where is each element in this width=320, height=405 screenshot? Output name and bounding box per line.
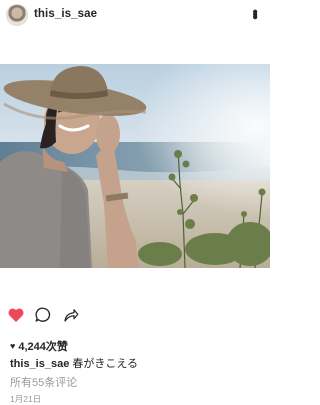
likes-count[interactable]: ♥ 4,244次赞 (10, 338, 68, 354)
avatar[interactable] (6, 4, 28, 26)
small-heart-icon: ♥ (10, 341, 16, 351)
likes-text: 4,244次赞 (18, 341, 68, 353)
more-options-icon[interactable]: ••• (246, 3, 263, 23)
post-header: this_is_sae ••• (0, 0, 270, 32)
caption-username[interactable]: this_is_sae (10, 358, 69, 370)
post-date: 1月21日 (10, 394, 42, 404)
post-caption: this_is_sae 春がきこえる (10, 355, 138, 371)
share-arrow-icon[interactable] (62, 306, 82, 326)
action-bar (0, 306, 270, 330)
caption-text: 春がきこえる (72, 358, 139, 370)
comment-bubble-icon[interactable] (34, 306, 54, 326)
heart-filled-icon[interactable] (7, 306, 27, 326)
post-photo[interactable] (0, 64, 270, 268)
post-username[interactable]: this_is_sae (34, 8, 97, 20)
view-all-comments-link[interactable]: 所有55条评论 (10, 374, 77, 390)
